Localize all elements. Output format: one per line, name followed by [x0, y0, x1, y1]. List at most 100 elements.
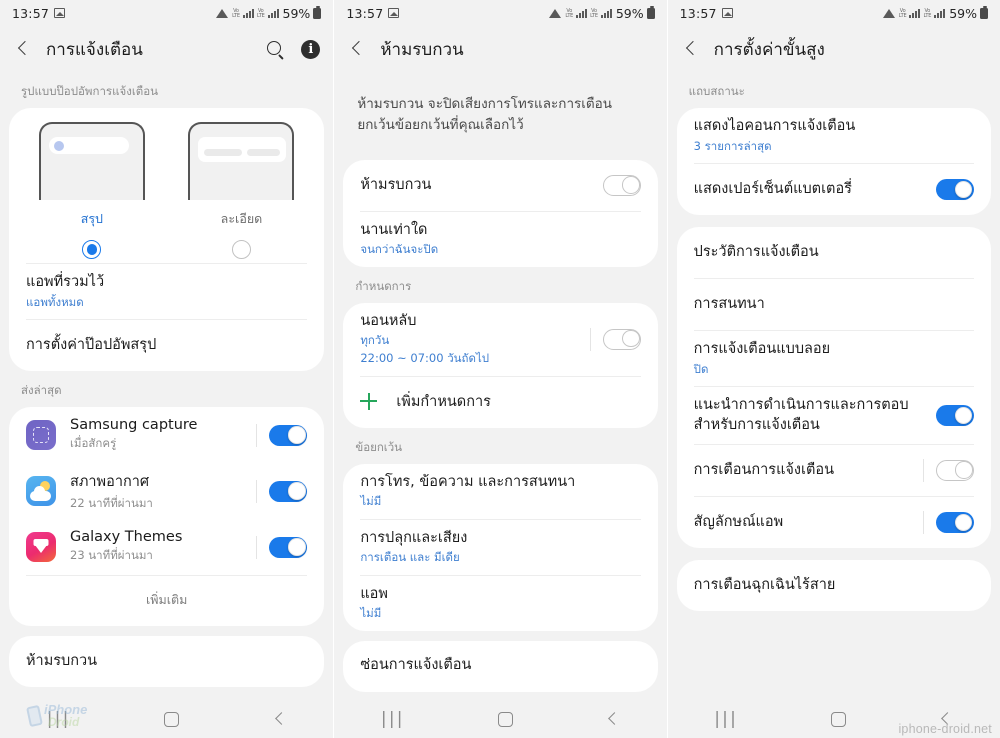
suggested-actions-toggle[interactable] [935, 405, 974, 427]
style-option-brief[interactable]: สรุป [17, 122, 167, 259]
plus-icon [360, 392, 378, 410]
row-show-battery-percent[interactable]: แสดงเปอร์เซ็นต์แบตเตอรี่ [677, 164, 991, 215]
app-toggle[interactable] [269, 480, 308, 502]
back-icon[interactable] [273, 712, 287, 726]
page-title: ห้ามรบกวน [380, 39, 464, 60]
app-time: 22 นาทีที่ผ่านมา [70, 495, 153, 510]
battery-icon [313, 5, 322, 19]
back-icon[interactable] [13, 39, 33, 59]
nav-bar: ||| iphone-droid.net [667, 700, 1000, 738]
style-label-detailed: ละเอียด [220, 211, 263, 226]
app-toggle[interactable] [269, 424, 308, 446]
row-title: สัญลักษณ์แอพ [693, 514, 784, 530]
statusbar-group-card: แสดงไอคอนการแจ้งเตือน 3 รายการล่าสุด แสด… [676, 108, 991, 216]
row-dnd-toggle[interactable]: ห้ามรบกวน [343, 160, 657, 211]
recents-icon[interactable]: ||| [47, 709, 71, 729]
panel2-content: ห้ามรบกวน จะปิดเสียงการโทรและการเตือน ยก… [334, 72, 666, 700]
row-add-schedule[interactable]: เพิ่มกำหนดการ [343, 377, 657, 428]
row-do-not-disturb[interactable]: ห้ามรบกวน [9, 636, 324, 687]
row-floating-notifications[interactable]: การแจ้งเตือนแบบลอย ปิด [677, 331, 991, 386]
row-hide-notifications[interactable]: ซ่อนการแจ้งเตือน [343, 641, 657, 692]
app-bar-actions: i [266, 39, 321, 59]
recents-icon[interactable]: ||| [714, 709, 738, 729]
row-subtitle: 3 รายการล่าสุด [693, 138, 772, 153]
row-show-notification-icons[interactable]: แสดงไอคอนการแจ้งเตือน 3 รายการล่าสุด [677, 108, 991, 163]
panel-do-not-disturb: 13:57 Vo LTE Vo LTE 59% ห้ามรบกวน ห้ามรบกว… [333, 0, 667, 738]
row-title: แสดงเปอร์เซ็นต์แบตเตอรี่ [693, 180, 852, 197]
radio-brief[interactable] [82, 240, 102, 259]
divider [922, 511, 924, 535]
row-subtitle: การเตือน และ มีเดีย [360, 550, 460, 565]
row-title: ห้ามรบกวน [26, 652, 98, 669]
style-option-detailed[interactable]: ละเอียด [167, 122, 317, 259]
row-app-badges[interactable]: สัญลักษณ์แอพ [677, 497, 991, 548]
page-title: การแจ้งเตือน [46, 39, 143, 60]
row-notification-history[interactable]: ประวัติการแจ้งเตือน [677, 227, 991, 278]
status-bar: 13:57 Vo LTE Vo LTE 59% [0, 0, 333, 26]
sim2-icon: Vo LTE [590, 7, 598, 19]
exceptions-card: การโทร, ข้อความ และการสนทนา ไม่มี การปลุ… [343, 463, 658, 631]
app-name: Samsung capture [70, 417, 198, 434]
detail-card [198, 137, 287, 162]
row-alarms-sounds[interactable]: การปลุกและเสียง การเตือน และ มีเดีย [343, 520, 657, 575]
panel-advanced-settings: 13:57 Vo LTE Vo LTE 59% การตั้งค่าขั้นสูง … [666, 0, 1000, 738]
search-icon[interactable] [266, 40, 285, 59]
screenshot-root: 13:57 VoLTE VoLTE 59% การแจ้งเตือน i ร [0, 0, 1000, 738]
row-duration[interactable]: นานเท่าใด จนกว่าฉันจะปิด [343, 212, 657, 267]
notification-reminders-toggle[interactable] [935, 460, 974, 482]
row-brief-popup-settings[interactable]: การตั้งค่าป๊อปอัพสรุป [9, 320, 324, 371]
row-sleep-schedule[interactable]: นอนหลับ ทุกวัน 22:00 ~ 07:00 วันถัดไป [343, 303, 657, 376]
recents-icon[interactable]: ||| [381, 709, 405, 729]
add-schedule-label: เพิ่มกำหนดการ [396, 393, 491, 410]
image-icon [388, 8, 400, 18]
back-icon[interactable] [606, 712, 620, 726]
schedule-toggle[interactable] [602, 328, 641, 350]
battery-percent-toggle[interactable] [935, 179, 974, 201]
app-toggle[interactable] [269, 536, 308, 558]
row-title: การตั้งค่าป๊อปอัพสรุป [26, 336, 157, 353]
panel-notifications: 13:57 VoLTE VoLTE 59% การแจ้งเตือน i ร [0, 0, 334, 738]
info-icon[interactable]: i [301, 39, 321, 59]
style-section-label: รูปแบบป๊อปอัพการแจ้งเตือน [21, 84, 159, 98]
row-suggested-actions[interactable]: แนะนำการดำเนินการและการตอบ สำหรับการแจ้ง… [677, 387, 991, 444]
app-time: 23 นาทีที่ผ่านมา [70, 548, 153, 563]
iphonedroid-watermark-logo: iPhone Droid [22, 700, 134, 734]
app-list-item[interactable]: สภาพอากาศ 22 นาทีที่ผ่านมา [9, 463, 324, 519]
back-icon[interactable] [681, 39, 701, 59]
row-title: แอพ [360, 585, 388, 602]
home-icon[interactable] [164, 711, 180, 727]
radio-detailed[interactable] [231, 240, 251, 259]
status-bar: 13:57 Vo LTE Vo LTE 59% [668, 0, 1000, 26]
battery-icon [979, 5, 988, 19]
row-title: การสนทนา [693, 295, 765, 312]
row-title: การแจ้งเตือนแบบลอย [693, 341, 831, 358]
app-bar-2: ห้ามรบกวน [334, 26, 666, 72]
divider [589, 327, 591, 351]
app-list-item[interactable]: Samsung capture เมื่อสักครู่ [9, 407, 324, 463]
brief-pill [48, 137, 129, 154]
row-wireless-emergency-alerts[interactable]: การเตือนฉุกเฉินไร้สาย [677, 560, 991, 611]
back-icon[interactable] [939, 712, 953, 726]
more-button[interactable]: เพิ่มเติม [9, 576, 324, 626]
dnd-toggle[interactable] [602, 174, 641, 196]
row-calls-messages[interactable]: การโทร, ข้อความ และการสนทนา ไม่มี [343, 464, 657, 519]
app-list-item[interactable]: Galaxy Themes 23 นาทีที่ผ่านมา [9, 519, 324, 575]
row-included-apps[interactable]: แอพที่รวมไว้ แอพทั้งหมด [9, 264, 324, 319]
home-icon[interactable] [831, 711, 847, 727]
row-apps[interactable]: แอพ ไม่มี [343, 576, 657, 631]
nav-bar: ||| [334, 700, 667, 738]
app-badges-toggle[interactable] [935, 512, 974, 534]
app-name: Galaxy Themes [70, 529, 183, 546]
row-title: นานเท่าใด [360, 221, 428, 238]
status-bar: 13:57 Vo LTE Vo LTE 59% [334, 0, 666, 26]
app-bar-3: การตั้งค่าขั้นสูง [668, 26, 1000, 72]
row-notification-reminders[interactable]: การเตือนการแจ้งเตือน [677, 445, 991, 496]
back-icon[interactable] [347, 39, 367, 59]
style-label-brief: สรุป [80, 211, 103, 226]
app-time: เมื่อสักครู่ [70, 436, 117, 451]
home-icon[interactable] [497, 711, 513, 727]
row-title: การโทร, ข้อความ และการสนทนา [360, 473, 576, 490]
galaxy-themes-icon [26, 532, 56, 563]
row-conversations[interactable]: การสนทนา [677, 279, 991, 330]
row-title: ซ่อนการแจ้งเตือน [360, 657, 472, 674]
